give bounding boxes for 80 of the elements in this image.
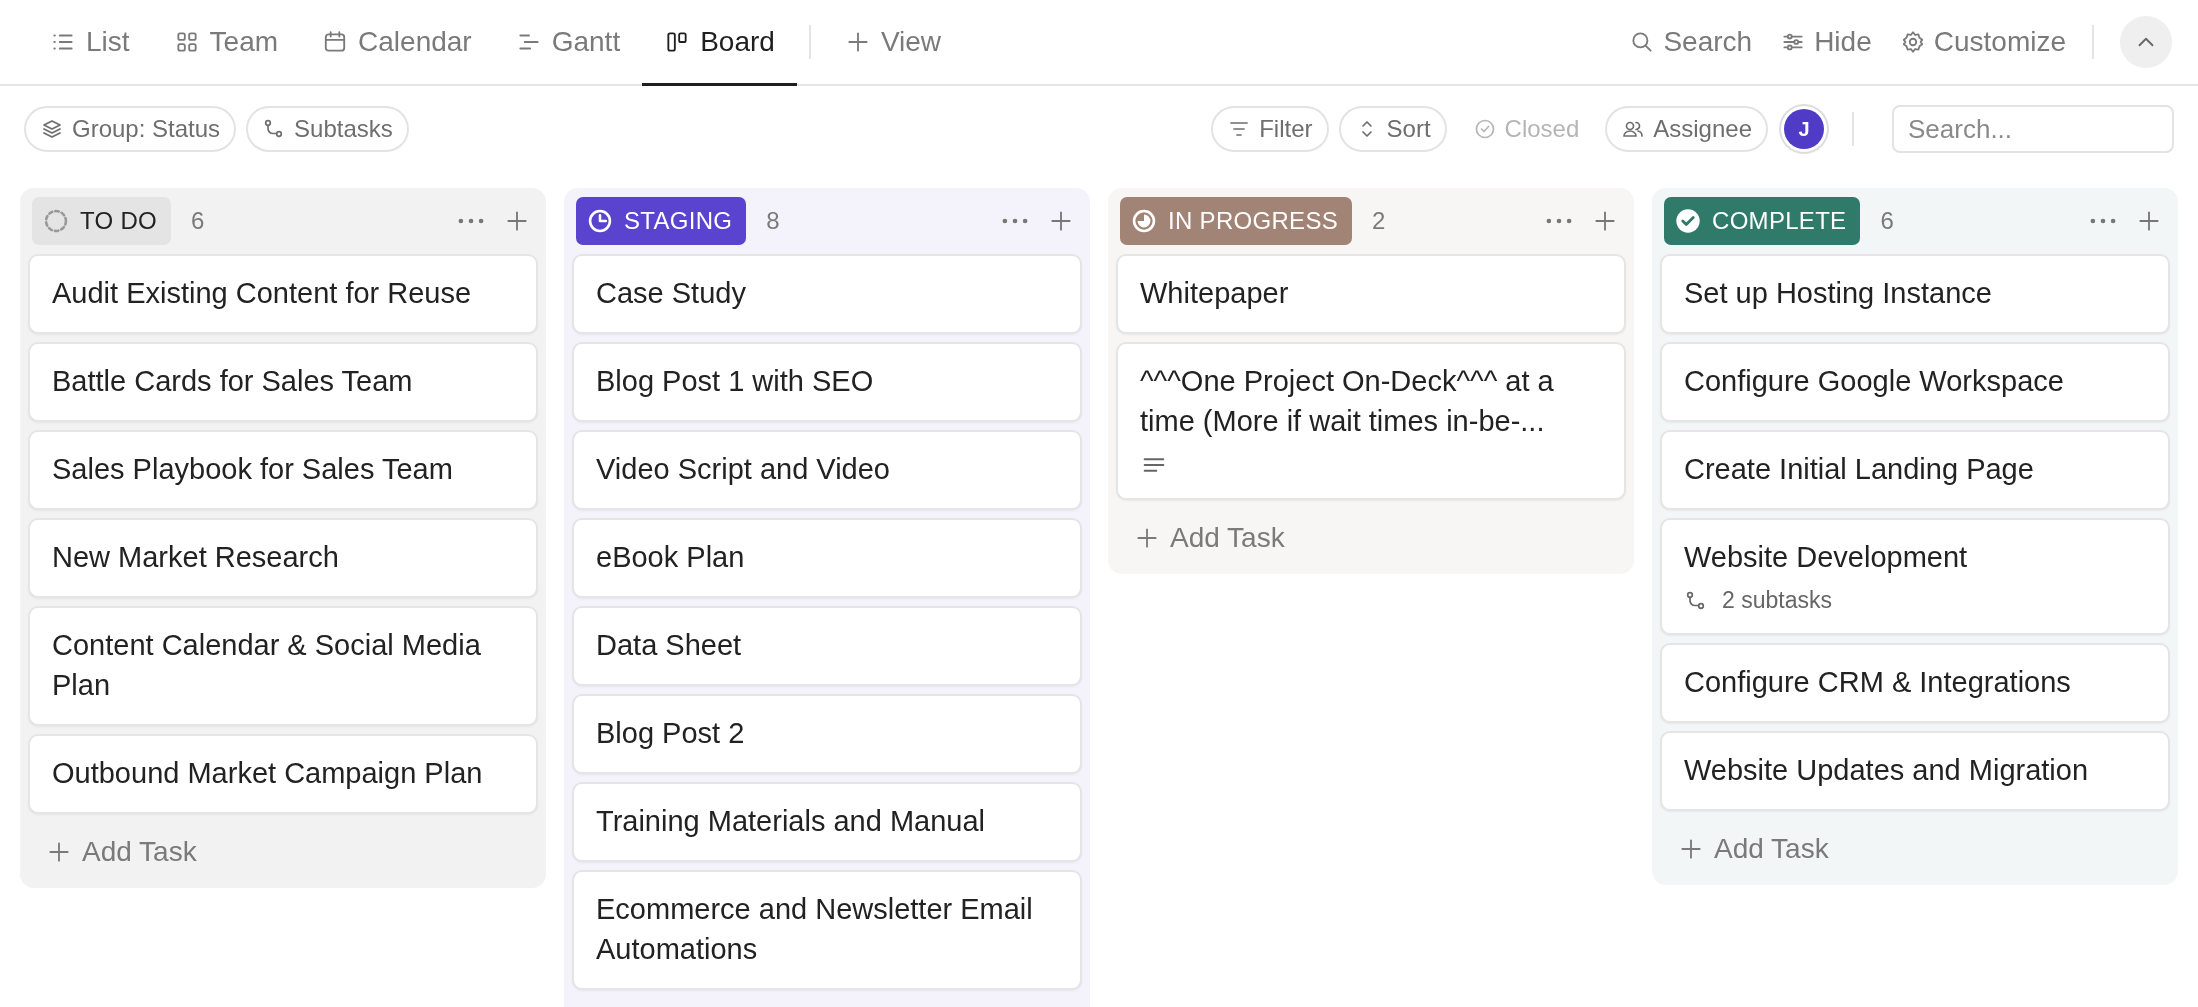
subtask-count: 2 subtasks	[1722, 587, 1832, 614]
clock-circle-icon	[586, 207, 614, 235]
search-field[interactable]: Search...	[1892, 105, 2174, 153]
task-title: Battle Cards for Sales Team	[52, 364, 414, 399]
task-title: Training Materials and Manual	[596, 804, 986, 839]
add-view-button[interactable]: View	[822, 0, 964, 86]
task-title: Website Development	[1684, 540, 1969, 575]
task-card[interactable]: Website Updates and Migration	[1660, 731, 2170, 811]
status-label: COMPLETE	[1712, 207, 1847, 235]
task-title: Outbound Market Campaign Plan	[52, 756, 484, 791]
view-tab[interactable]: Gantt	[493, 0, 643, 86]
task-title: eBook Plan	[596, 540, 746, 575]
task-title: Blog Post 1 with SEO	[596, 364, 875, 399]
task-card[interactable]: Data Sheet	[572, 606, 1082, 686]
view-tab[interactable]: Board	[642, 0, 797, 86]
header-action-button[interactable]: Hide	[1766, 0, 1886, 84]
half-circle-icon	[1130, 207, 1158, 235]
task-card[interactable]: Website Development 2 subtasks	[1660, 518, 2170, 635]
task-card[interactable]: Audit Existing Content for Reuse	[28, 254, 538, 334]
more-icon	[2090, 218, 2116, 224]
task-title: ^^^One Project On-Deck^^^ at a time (More if wait times in-be-...	[1140, 364, 1555, 439]
task-card[interactable]: ^^^One Project On-Deck^^^ at a time (More if wait times in-be-...	[1116, 342, 1626, 500]
task-card[interactable]: Blog Post 2	[572, 694, 1082, 774]
task-card[interactable]: Configure Google Workspace	[1660, 342, 2170, 422]
view-tab[interactable]: List	[28, 0, 152, 86]
task-card[interactable]: New Market Research	[28, 518, 538, 598]
more-icon	[458, 218, 484, 224]
task-title: Case Study	[596, 276, 747, 311]
task-count: 8	[766, 207, 780, 235]
task-card[interactable]: Whitepaper	[1116, 254, 1626, 334]
task-title: Sales Playbook for Sales Team	[52, 452, 454, 487]
toolbar-chip[interactable]: Group: Status	[24, 106, 237, 152]
task-card[interactable]: Content Calendar & Social Media Plan	[28, 606, 538, 726]
status-label: TO DO	[80, 207, 158, 235]
add-task-button[interactable]: Add Task	[28, 814, 215, 874]
task-count: 6	[191, 207, 205, 235]
task-card[interactable]: Battle Cards for Sales Team	[28, 342, 538, 422]
task-title: Ecommerce and Newsletter Email Automations	[596, 892, 1034, 967]
add-task-button[interactable]: Add Task	[1660, 811, 1847, 871]
task-card[interactable]: Outbound Market Campaign Plan	[28, 734, 538, 814]
task-card[interactable]: Set up Hosting Instance	[1660, 254, 2170, 334]
view-tab[interactable]: Team	[151, 0, 301, 86]
task-title: Content Calendar & Social Media Plan	[52, 628, 482, 703]
dashed-circle-icon	[42, 207, 70, 235]
task-count: 2	[1372, 207, 1386, 235]
task-title: Audit Existing Content for Reuse	[52, 276, 473, 311]
task-title: Configure Google Workspace	[1684, 364, 2065, 399]
task-title: Video Script and Video	[596, 452, 891, 487]
task-card[interactable]: Create Initial Landing Page	[1660, 430, 2170, 510]
toolbar-chip[interactable]: Filter	[1211, 106, 1329, 152]
task-title: Blog Post 2	[596, 716, 746, 751]
task-card[interactable]: Blog Post 1 with SEO	[572, 342, 1082, 422]
more-icon	[1002, 218, 1028, 224]
task-card[interactable]: Case Study	[572, 254, 1082, 334]
task-title: New Market Research	[52, 540, 340, 575]
task-title: Configure CRM & Integrations	[1684, 665, 2072, 700]
status-label: STAGING	[624, 207, 733, 235]
header-action-button[interactable]: Customize	[1885, 0, 2080, 84]
toolbar-chip[interactable]: Assignee	[1605, 106, 1768, 152]
task-title: Set up Hosting Instance	[1684, 276, 1993, 311]
task-title: Website Updates and Migration	[1684, 753, 2090, 788]
check-circle-icon	[1674, 207, 1702, 235]
toolbar-chip[interactable]: Sort	[1338, 106, 1447, 152]
task-title: Data Sheet	[596, 628, 743, 663]
task-count: 6	[1880, 207, 1894, 235]
task-card[interactable]: Training Materials and Manual	[572, 782, 1082, 862]
task-card[interactable]: eBook Plan	[572, 518, 1082, 598]
task-card[interactable]: Video Script and Video	[572, 430, 1082, 510]
view-tab[interactable]: Calendar	[300, 0, 494, 86]
task-card[interactable]: Configure CRM & Integrations	[1660, 643, 2170, 723]
task-title: Create Initial Landing Page	[1684, 452, 2035, 487]
task-title: Whitepaper	[1140, 276, 1290, 311]
add-task-button[interactable]: Add Task	[1116, 500, 1303, 560]
status-label: IN PROGRESS	[1168, 207, 1338, 235]
task-card[interactable]: Sales Playbook for Sales Team	[28, 430, 538, 510]
layers-icon	[40, 117, 64, 141]
toolbar-chip[interactable]: Subtasks	[246, 106, 409, 152]
task-card[interactable]: Ecommerce and Newsletter Email Automations	[572, 870, 1082, 990]
more-icon	[1546, 218, 1572, 224]
header-action-button[interactable]: Search	[1615, 0, 1767, 84]
